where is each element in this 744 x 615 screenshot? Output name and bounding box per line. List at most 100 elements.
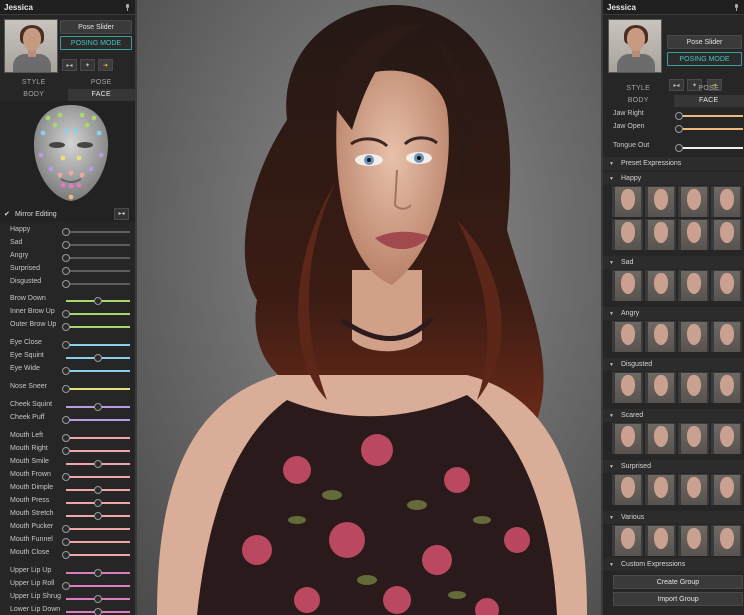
face-control-map[interactable]: [0, 101, 135, 206]
character-portrait-right[interactable]: [608, 19, 662, 73]
slider-knob[interactable]: [675, 144, 683, 152]
slider-knob[interactable]: [94, 512, 102, 520]
slider-knob[interactable]: [94, 403, 102, 411]
slider-track[interactable]: [66, 370, 130, 372]
expression-thumbnail[interactable]: [612, 186, 643, 217]
group-scared[interactable]: ▼ Scared: [603, 409, 744, 422]
pose-slider-button-right[interactable]: Pose Slider: [667, 35, 742, 49]
slider-track[interactable]: [66, 541, 130, 543]
slider-knob[interactable]: [94, 297, 102, 305]
group-happy[interactable]: ▼ Happy: [603, 172, 744, 185]
slider-track[interactable]: [66, 344, 130, 346]
slider-knob[interactable]: [62, 267, 70, 275]
create-group-button[interactable]: Create Group: [613, 575, 743, 589]
expression-thumbnail[interactable]: [645, 321, 676, 352]
expression-thumbnail[interactable]: [645, 474, 676, 505]
expression-thumbnail[interactable]: [678, 186, 709, 217]
slider-track[interactable]: [66, 244, 130, 246]
tab-style[interactable]: STYLE: [0, 77, 68, 89]
tab-pose-right[interactable]: POSE: [674, 83, 744, 95]
slider-knob[interactable]: [62, 280, 70, 288]
expression-thumbnail[interactable]: [612, 525, 643, 556]
tab-face[interactable]: FACE: [67, 89, 135, 101]
face-map-icon[interactable]: [27, 103, 115, 203]
slider-track[interactable]: [66, 283, 130, 285]
slider-knob[interactable]: [62, 551, 70, 559]
slider-track[interactable]: [66, 585, 130, 587]
custom-expressions-header[interactable]: ▼ Custom Expressions: [603, 558, 744, 571]
posing-mode-button-right[interactable]: POSING MODE: [667, 52, 742, 66]
expression-thumbnail[interactable]: [711, 474, 742, 505]
slider-knob[interactable]: [94, 460, 102, 468]
tab-body-right[interactable]: BODY: [603, 95, 674, 107]
expression-thumbnail[interactable]: [678, 372, 709, 403]
slider-track[interactable]: [679, 147, 743, 149]
expression-thumbnail[interactable]: [612, 219, 643, 250]
slider-knob[interactable]: [94, 354, 102, 362]
group-various[interactable]: ▼ Various: [603, 511, 744, 524]
pin-icon[interactable]: [733, 3, 740, 11]
pose-figure-icon[interactable]: ✦: [80, 59, 95, 71]
slider-knob[interactable]: [675, 112, 683, 120]
3d-viewport[interactable]: [137, 0, 601, 615]
slider-knob[interactable]: [675, 125, 683, 133]
slider-knob[interactable]: [62, 341, 70, 349]
slider-track[interactable]: [66, 326, 130, 328]
character-portrait[interactable]: [4, 19, 58, 73]
expression-thumbnail[interactable]: [612, 423, 643, 454]
expression-thumbnail[interactable]: [678, 321, 709, 352]
preset-expressions-header[interactable]: ▼ Preset Expressions: [603, 157, 744, 170]
slider-knob[interactable]: [94, 608, 102, 615]
tab-pose[interactable]: POSE: [68, 77, 136, 89]
slider-knob[interactable]: [62, 416, 70, 424]
group-surprised[interactable]: ▼ Surprised: [603, 460, 744, 473]
slider-knob[interactable]: [62, 367, 70, 375]
expression-thumbnail[interactable]: [612, 270, 643, 301]
slider-knob[interactable]: [62, 434, 70, 442]
expression-thumbnail[interactable]: [612, 474, 643, 505]
slider-track[interactable]: [66, 437, 130, 439]
expression-thumbnail[interactable]: [711, 270, 742, 301]
slider-track[interactable]: [66, 313, 130, 315]
slider-knob[interactable]: [94, 569, 102, 577]
slider-knob[interactable]: [94, 499, 102, 507]
slider-track[interactable]: [66, 450, 130, 452]
slider-track[interactable]: [679, 128, 743, 130]
expression-thumbnail[interactable]: [678, 270, 709, 301]
slider-knob[interactable]: [62, 473, 70, 481]
expression-thumbnail[interactable]: [678, 423, 709, 454]
expression-thumbnail[interactable]: [645, 186, 676, 217]
slider-knob[interactable]: [62, 582, 70, 590]
slider-track[interactable]: [66, 528, 130, 530]
posing-mode-button[interactable]: POSING MODE: [60, 36, 132, 50]
expression-thumbnail[interactable]: [678, 474, 709, 505]
tab-face-right[interactable]: FACE: [673, 95, 744, 107]
expression-thumbnail[interactable]: [678, 525, 709, 556]
gesture-arrow-icon[interactable]: ➜: [98, 59, 113, 71]
slider-knob[interactable]: [94, 486, 102, 494]
slider-track[interactable]: [66, 476, 130, 478]
slider-knob[interactable]: [62, 538, 70, 546]
slider-track[interactable]: [66, 554, 130, 556]
slider-knob[interactable]: [62, 323, 70, 331]
pin-icon[interactable]: [124, 3, 131, 11]
slider-knob[interactable]: [94, 595, 102, 603]
pose-slider-button[interactable]: Pose Slider: [60, 20, 132, 34]
slider-track[interactable]: [66, 270, 130, 272]
expression-thumbnail[interactable]: [612, 321, 643, 352]
slider-knob[interactable]: [62, 228, 70, 236]
expression-thumbnail[interactable]: [711, 321, 742, 352]
reset-pose-icon[interactable]: ▸◂: [62, 59, 77, 71]
expression-thumbnail[interactable]: [645, 270, 676, 301]
tab-body[interactable]: BODY: [0, 89, 68, 101]
slider-knob[interactable]: [62, 254, 70, 262]
expression-thumbnail[interactable]: [612, 372, 643, 403]
expression-thumbnail[interactable]: [645, 219, 676, 250]
slider-track[interactable]: [679, 115, 743, 117]
group-angry[interactable]: ▼ Angry: [603, 307, 744, 320]
import-group-button[interactable]: Import Group: [613, 592, 743, 606]
expression-thumbnail[interactable]: [678, 219, 709, 250]
expression-thumbnail[interactable]: [645, 423, 676, 454]
expression-thumbnail[interactable]: [711, 423, 742, 454]
mirror-checkbox[interactable]: ✔: [4, 211, 11, 218]
